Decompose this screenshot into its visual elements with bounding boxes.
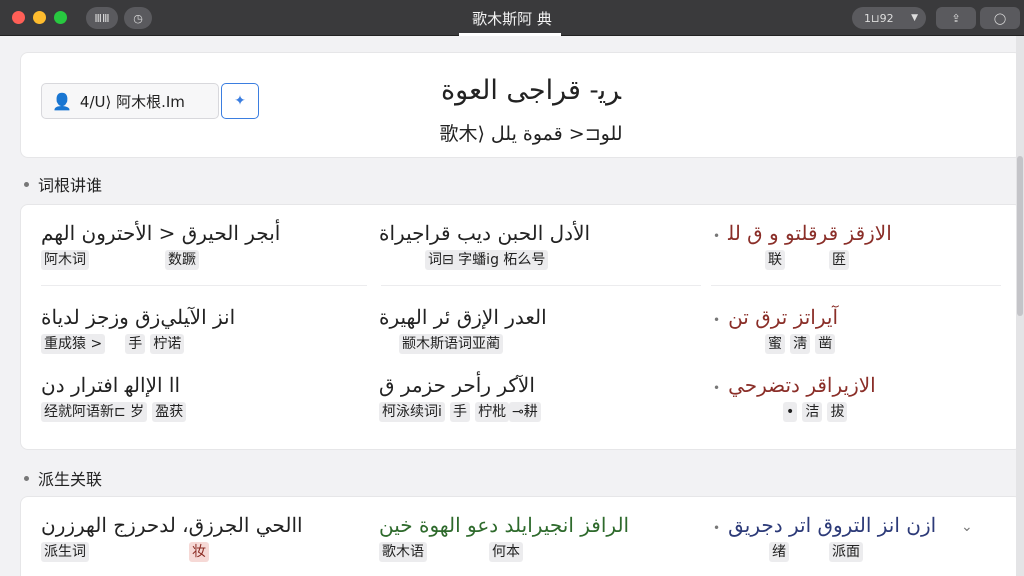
root-term: ﺍﻻﺯﻗﺰ ﻗﺮﻗﻠﺘﻮ ﻭ ﻕ ﻟﻠ: [728, 221, 892, 245]
root-term: ﺍﻵﻛﺮ ﺭﺃﺣﺮ ﺣﺰﻣﺮ ﻕ: [379, 373, 535, 397]
active-tab-indicator: [459, 33, 561, 36]
tag: 手: [449, 402, 470, 422]
root-item[interactable]: • ﺍﻻﺯﻗﺰ ﻗﺮﻗﻠﺘﻮ ﻭ ﻕ ﻟﻠ 联 匥: [713, 221, 892, 270]
tag: 洁: [802, 402, 823, 422]
bullet-icon: [24, 475, 29, 481]
root-item[interactable]: ﺍﻧﺰ ﺍﻵﻴﻠﻲﺯﻕ ﻭﺯﺟﺰ ﻟﺪﻳﺎﺓ 重成猿 > 手 柠诺: [41, 305, 235, 354]
tag: 经就阿语新⊏ 岁: [41, 402, 148, 422]
tag: 拔: [827, 402, 848, 422]
tag: 联: [765, 250, 785, 270]
expand-chevron-icon[interactable]: ⌄: [961, 519, 973, 535]
scrollbar-track[interactable]: [1016, 36, 1024, 576]
bullet-icon: [24, 181, 29, 187]
zoom-value: 1⊔92: [864, 11, 894, 25]
share-button[interactable]: ⇪: [936, 7, 976, 29]
root-item[interactable]: ﺍﺍ ﺍﻹﺍﻟﻬ ﺍﻓﺘﺮﺍﺭ ﺩﻥ 经就阿语新⊏ 岁 盈获: [41, 373, 187, 422]
bullet-icon: •: [713, 381, 721, 395]
derived-term: ﺍﻟﺮﺍﻓﺰ ﺍﻧﺠﻴﺮﺍﻳﻠﺪ ﺩﻋﻮ ﺍﻟﻬﻮﺓ ﺧﻴﻦ: [379, 513, 630, 537]
header-card: 👤 4/U⟩ 阿木根.Im ✦ ﺮﻳ- ﻗﺮﺍﺟﻰ ﺍﻟﻌﻮﺓ 歌木⟩ ﻟﻠﻮ⊏…: [20, 52, 1022, 158]
tag: 柠枇: [475, 402, 510, 422]
root-term: ﺃﺑﺠﺮ ﺍﻟﺤﻴﺮﻕ < ﺍﻷﺣﺘﺮﻭﻥ ﺍﻟﻬﻢ: [41, 221, 281, 245]
tag: 何本: [489, 542, 523, 562]
root-term: ﺍﻧﺰ ﺍﻵﻴﻠﻲﺯﻕ ﻭﺯﺟﺰ ﻟﺪﻳﺎﺓ: [41, 305, 236, 329]
help-button[interactable]: ◯: [980, 7, 1020, 29]
derived-item[interactable]: ﺍﻟﺮﺍﻓﺰ ﺍﻧﺠﻴﺮﺍﻳﻠﺪ ﺩﻋﻮ ﺍﻟﻬﻮﺓ ﺧﻴﻦ 歌木语 何本: [379, 513, 629, 562]
root-item[interactable]: ﺍﻵﻛﺮ ﺭﺃﺣﺮ ﺣﺰﻣﺮ ﻕ 柯泳续词i 手 柠枇 ⊸耕: [379, 373, 541, 422]
bullet-icon: •: [713, 313, 721, 327]
tag: 词⊟ 字蟠ig 柘么号: [425, 250, 549, 270]
root-item[interactable]: • ﺁﻳﺮﺍﺗﺰ ﺗﺮﻕ ﺗﻦ 蜜 淸 凿: [713, 305, 838, 354]
tag: 凿: [815, 334, 836, 354]
share-icon: ⇪: [951, 11, 961, 25]
section-roots-heading: 词根讲谁: [24, 172, 102, 196]
root-item[interactable]: ﺍﻷﺩﻝ ﺍﻟﺤﺒﻦ ﺩﻳﺐ ﻗﺮﺍﺟﻴﺮﺍﺓ 词⊟ 字蟠ig 柘么号: [379, 221, 590, 270]
entry-title: ﺮﻳ- ﻗﺮﺍﺟﻰ ﺍﻟﻌﻮﺓ: [440, 75, 622, 106]
tag: 盈获: [152, 402, 187, 422]
tag: ⊸耕: [509, 402, 541, 422]
root-term: ﺁﻳﺮﺍﺗﺰ ﺗﺮﻕ ﺗﻦ: [728, 305, 839, 329]
tag: 阿木词: [41, 250, 89, 270]
zoom-select[interactable]: 1⊔92 ▼: [852, 7, 926, 29]
tag: 淸: [790, 334, 811, 354]
tag: 妆: [189, 542, 209, 562]
tag: 重成猿 >: [41, 334, 106, 354]
root-item[interactable]: ﺃﺑﺠﺮ ﺍﻟﺤﻴﺮﻕ < ﺍﻷﺣﺘﺮﻭﻥ ﺍﻟﻬﻢ 阿木词 数蹶: [41, 221, 280, 270]
entry-subtitle: 歌木⟩ ﻟﻠﻮ⊏< ﻗﻤﻮﺓ ﻳﻠﻞ: [439, 123, 623, 145]
root-term: ﺍﻟﻌﺪﺭ ﺍﻹﺯﻕ ﺋﺮ ﺍﻟﻬﻴﺮﺓ: [379, 305, 547, 329]
section-derived-heading: 派生关联: [24, 466, 102, 490]
bullet-icon: •: [713, 521, 721, 535]
root-term: ﺍﺍ ﺍﻹﺍﻟﻬ ﺍﻓﺘﺮﺍﺭ ﺩﻥ: [41, 373, 181, 397]
tag: 派生词: [41, 542, 89, 562]
root-item[interactable]: • ﺍﻻﺯﻳﺮﺍﻗﺮ ﺩﺗﻀﺮﺣﻲ • 洁 拔: [713, 373, 876, 422]
section-roots-label: 词根讲谁: [38, 176, 103, 195]
tag: 柠诺: [150, 334, 185, 354]
derived-item[interactable]: • ﺍﺯﻥ ﺍﻧﺰ ﺍﻟﺘﺮﻭﻕ ﺍﺗﺮ ﺩﺟﺮﻳﻖ 绪 派面: [713, 513, 936, 562]
tag: 蜜: [765, 334, 785, 354]
tag: 手: [125, 334, 146, 354]
derived-item[interactable]: ﺍﺍﻟﺤﻲ ﺍﻟﺠﺮﺯﻕ، ﻟﺪﺣﺮﺯﺝ ﺍﻟﻬﺮﺯﺭﻥ 派生词 妆: [41, 513, 303, 562]
add-button[interactable]: ✦: [221, 83, 259, 119]
sparkle-icon: ✦: [234, 93, 246, 109]
chevron-down-icon: ▼: [911, 13, 918, 23]
person-icon: 👤: [52, 91, 72, 111]
tag: 匥: [829, 250, 849, 270]
derived-term: ﺍﺍﻟﺤﻲ ﺍﻟﺠﺮﺯﻕ، ﻟﺪﺣﺮﺯﺝ ﺍﻟﻬﺮﺯﺭﻥ: [41, 513, 303, 537]
source-field-value: 4/U⟩ 阿木根.Im: [79, 92, 185, 111]
root-term: ﺍﻻﺯﻳﺮﺍﻗﺮ ﺩﺗﻀﺮﺣﻲ: [728, 373, 876, 397]
bullet-icon: •: [713, 229, 721, 243]
tag: 绪: [769, 542, 789, 562]
scrollbar-thumb[interactable]: [1017, 156, 1023, 316]
root-item[interactable]: ﺍﻟﻌﺪﺭ ﺍﻹﺯﻕ ﺋﺮ ﺍﻟﻬﻴﺮﺓ 颛木斯语词亚蔺: [379, 305, 547, 354]
tag: 颛木斯语词亚蔺: [399, 334, 503, 354]
tag: 歌木语: [379, 542, 427, 562]
tag: 数蹶: [165, 250, 199, 270]
derived-card: ﺍﺍﻟﺤﻲ ﺍﻟﺠﺮﺯﻕ، ﻟﺪﺣﺮﺯﺝ ﺍﻟﻬﺮﺯﺭﻥ 派生词 妆 ﺍﻟﺮﺍﻓﺰ…: [20, 496, 1022, 576]
tag: 派面: [829, 542, 863, 562]
bubble-icon: ◯: [993, 11, 1007, 25]
roots-card: ﺃﺑﺠﺮ ﺍﻟﺤﻴﺮﻕ < ﺍﻷﺣﺘﺮﻭﻥ ﺍﻟﻬﻢ 阿木词 数蹶 ﺍﻷﺩﻝ ﺍﻟ…: [20, 204, 1022, 450]
root-term: ﺍﻷﺩﻝ ﺍﻟﺤﺒﻦ ﺩﻳﺐ ﻗﺮﺍﺟﻴﺮﺍﺓ: [379, 221, 591, 245]
section-derived-label: 派生关联: [38, 470, 103, 489]
tag: 柯泳续词i: [379, 402, 445, 422]
window-titlebar: ⅢⅢ ◷ 歌木斯阿 典 1⊔92 ▼ ⇪ ◯: [0, 0, 1024, 36]
derived-term: ﺍﺯﻥ ﺍﻧﺰ ﺍﻟﺘﺮﻭﻕ ﺍﺗﺮ ﺩﺟﺮﻳﻖ: [728, 513, 937, 537]
tag: •: [783, 402, 798, 422]
source-field[interactable]: 👤 4/U⟩ 阿木根.Im: [41, 83, 219, 119]
